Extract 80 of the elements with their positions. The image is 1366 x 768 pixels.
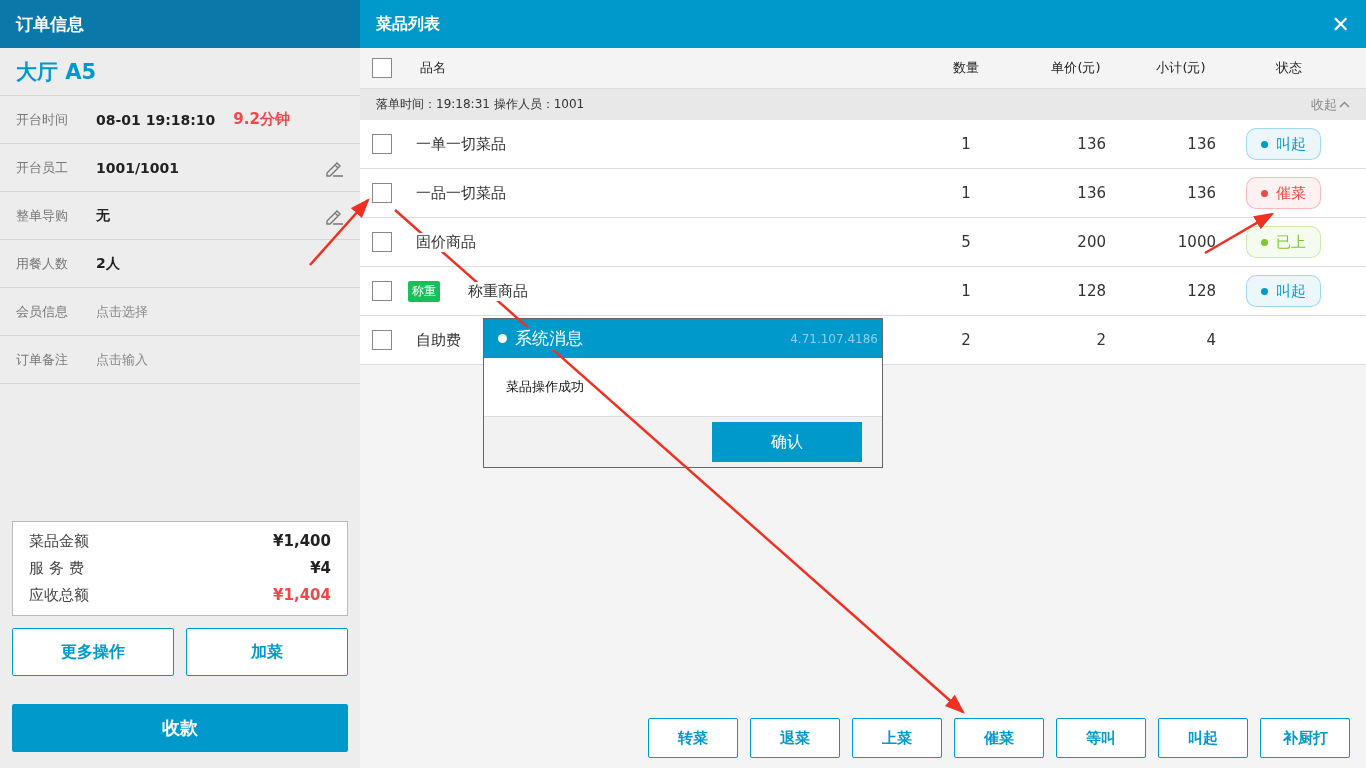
field-label: 开台时间: [16, 110, 69, 129]
confirm-button[interactable]: 确认: [712, 422, 862, 462]
field-value: 08-01 19:18:10: [96, 111, 216, 128]
chevron-up-icon: [1339, 101, 1350, 108]
dish-row[interactable]: 固价商品 5 200 1000 已上: [360, 218, 1366, 267]
price-cell-text: 136: [1076, 184, 1107, 202]
group-info: 落单时间：19:18:31 操作人员：1001: [376, 96, 585, 113]
pay-button[interactable]: 收款: [12, 704, 348, 752]
row-checkbox[interactable]: [372, 183, 392, 203]
close-button[interactable]: ✕: [1331, 11, 1350, 37]
input-field[interactable]: 点击输入: [96, 350, 148, 369]
column-header: 状态: [1275, 59, 1303, 77]
quantity-cell-text: 1: [960, 135, 972, 153]
summary-label: 服 务 费: [29, 559, 84, 578]
field-value: 无: [96, 206, 110, 225]
action-button[interactable]: 等叫: [1056, 718, 1146, 758]
field-label: 会员信息: [16, 302, 69, 321]
dish-name: 一单一切菜品: [416, 134, 506, 154]
summary-amount: ¥1,400: [273, 532, 331, 551]
action-button[interactable]: 上菜: [852, 718, 942, 758]
action-button[interactable]: 催菜: [954, 718, 1044, 758]
status-label: 叫起: [1276, 281, 1306, 301]
annotation-arrow: [309, 198, 370, 266]
input-field[interactable]: 点击选择: [96, 302, 148, 321]
status-label: 催菜: [1276, 183, 1306, 203]
action-button[interactable]: 转菜: [648, 718, 738, 758]
subtotal-cell-text: 4: [1205, 331, 1217, 349]
field-label: 用餐人数: [16, 254, 69, 273]
elapsed-time: 9.2分钟: [233, 110, 290, 129]
action-button[interactable]: 更多操作: [12, 628, 174, 676]
summary-label: 应收总额: [29, 586, 89, 605]
row-checkbox[interactable]: [372, 134, 392, 154]
dot-icon: [498, 334, 507, 343]
quantity-cell-text: 5: [960, 233, 972, 251]
panel-title: 菜品列表: [376, 13, 440, 35]
subtotal-cell-text: 136: [1186, 184, 1217, 202]
dish-name: 称重商品: [468, 281, 528, 301]
action-button[interactable]: 补厨打: [1260, 718, 1350, 758]
version-text: 4.71.107.4186: [790, 331, 878, 346]
dish-row[interactable]: 称重 称重商品 1 128 128 叫起: [360, 267, 1366, 316]
field-label: 订单备注: [16, 350, 69, 369]
subtotal-cell-text: 1000: [1176, 233, 1217, 251]
action-button[interactable]: 叫起: [1158, 718, 1248, 758]
quantity-cell-text: 2: [960, 331, 972, 349]
quantity-cell-text: 1: [960, 184, 972, 202]
dish-name: 自助费: [416, 330, 461, 350]
dish-row[interactable]: 一单一切菜品 1 136 136 叫起: [360, 120, 1366, 169]
action-button[interactable]: 退菜: [750, 718, 840, 758]
quantity-cell-text: 1: [960, 282, 972, 300]
summary-label: 菜品金额: [29, 532, 89, 551]
panel-title: 订单信息: [0, 0, 360, 48]
status-label: 叫起: [1276, 134, 1306, 154]
subtotal-cell-text: 136: [1186, 135, 1217, 153]
weighed-tag: 称重: [408, 280, 440, 302]
field-label: 开台员工: [16, 158, 69, 177]
row-checkbox[interactable]: [372, 330, 392, 350]
field-value: 2人: [96, 254, 120, 273]
price-cell-text: 200: [1076, 233, 1107, 251]
column-header: 小计(元): [1155, 59, 1207, 77]
dish-name: 固价商品: [416, 232, 476, 252]
price-cell-text: 2: [1095, 331, 1107, 349]
field-label: 整单导购: [16, 206, 69, 225]
price-cell-text: 128: [1076, 282, 1107, 300]
dialog-title: 系统消息: [515, 327, 583, 350]
summary-amount: ¥1,404: [273, 586, 331, 605]
row-checkbox[interactable]: [372, 232, 392, 252]
column-header: 数量: [952, 59, 980, 77]
collapse-toggle[interactable]: 收起: [1311, 95, 1350, 114]
dish-row[interactable]: 一品一切菜品 1 136 136 催菜: [360, 169, 1366, 218]
select-all-checkbox[interactable]: [372, 58, 392, 78]
subtotal-cell-text: 128: [1186, 282, 1217, 300]
summary-amount: ¥4: [310, 559, 331, 578]
column-header: 单价(元): [1050, 59, 1102, 77]
field-value: 1001/1001: [96, 159, 180, 176]
status-label: 已上: [1276, 232, 1306, 252]
dish-name: 一品一切菜品: [416, 183, 506, 203]
row-checkbox[interactable]: [372, 281, 392, 301]
action-button[interactable]: 加菜: [186, 628, 348, 676]
price-cell-text: 136: [1076, 135, 1107, 153]
column-header: 品名: [419, 59, 447, 77]
